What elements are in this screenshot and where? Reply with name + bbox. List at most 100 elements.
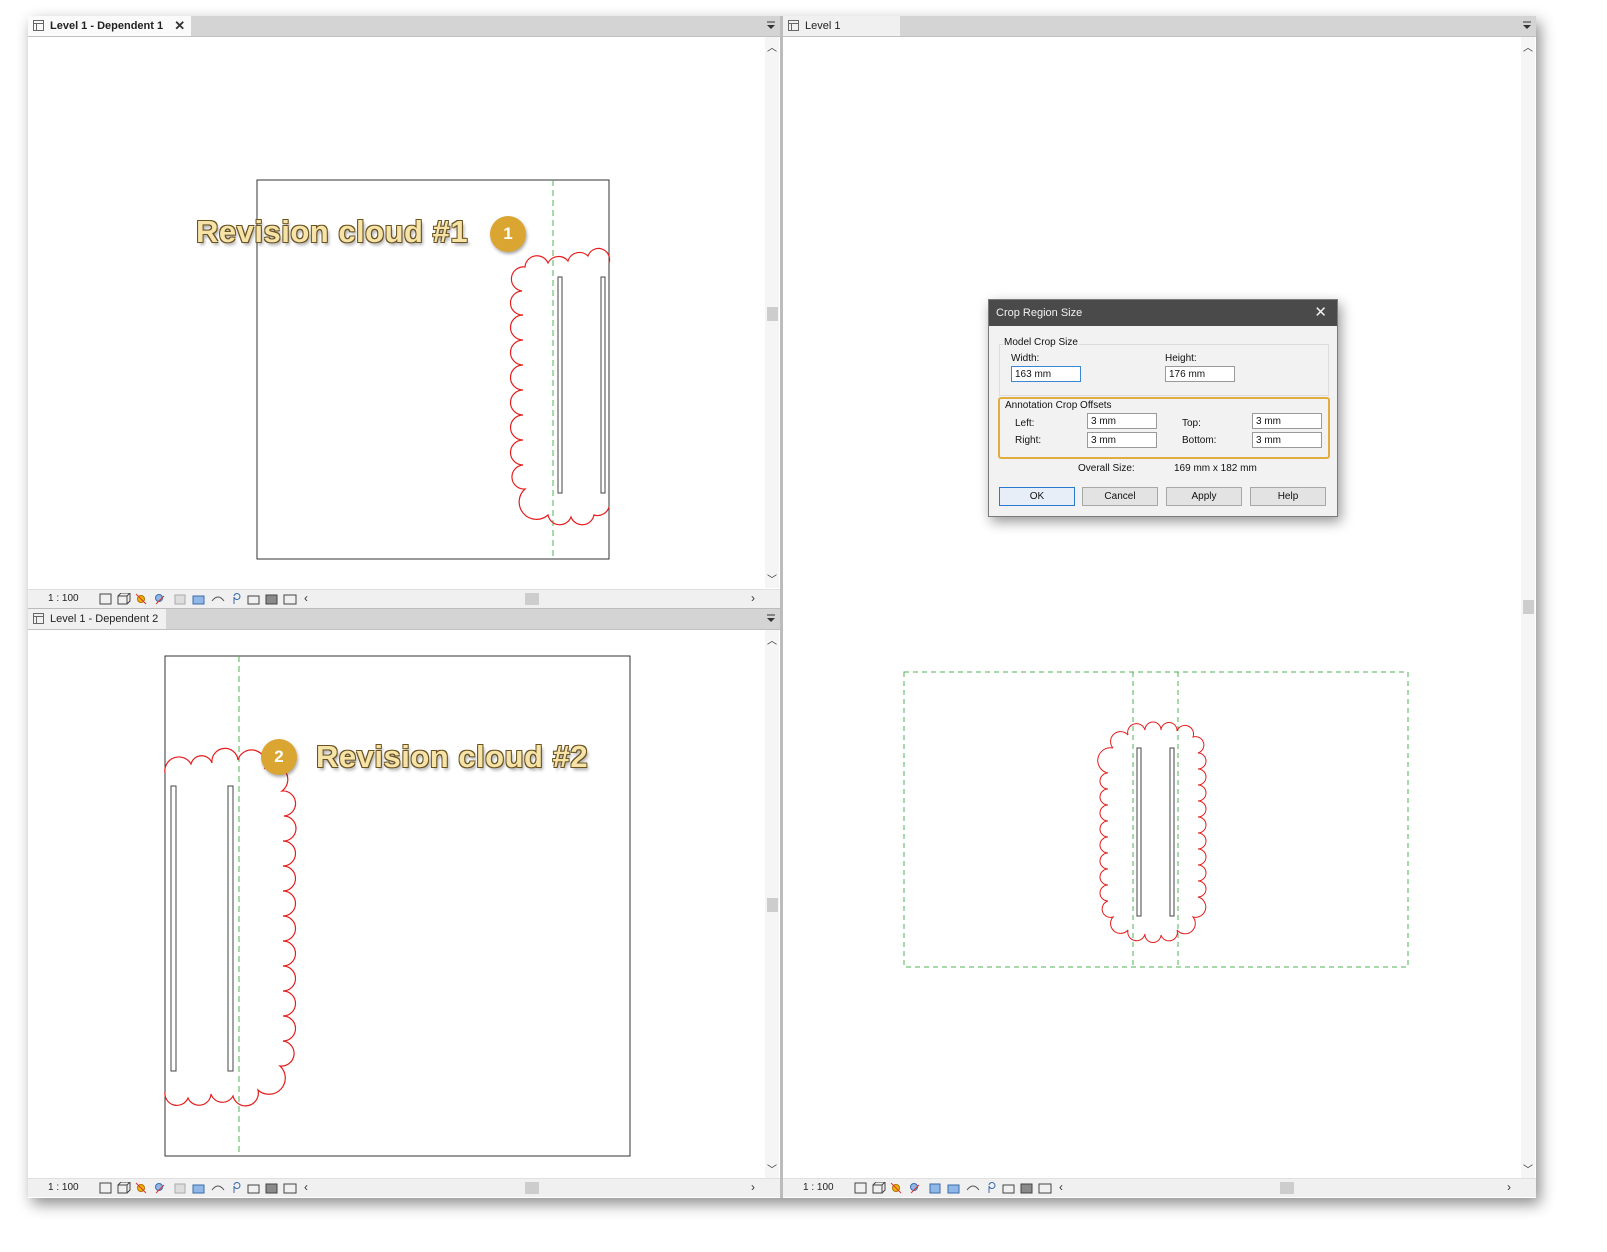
render-icon: [174, 1183, 186, 1194]
analytical-model-icon: [283, 1183, 297, 1194]
vertical-scrollbar[interactable]: ︿ ﹀: [765, 630, 779, 1178]
scroll-up-icon[interactable]: ︿: [765, 632, 779, 647]
render-icon: [174, 594, 186, 605]
analytical-model-icon: [283, 594, 297, 605]
detail-level-icon: [854, 1182, 867, 1194]
scroll-thumb[interactable]: [767, 898, 778, 912]
reveal-hidden-icon: [247, 595, 260, 605]
scroll-left-icon[interactable]: ‹: [304, 591, 308, 605]
bottom-label: Bottom:: [1182, 435, 1217, 446]
callout-revision-cloud-2: Revision cloud #2: [316, 739, 589, 774]
view-tab-icon: [33, 20, 44, 31]
width-field[interactable]: 163 mm: [1011, 366, 1081, 382]
overall-size-value: 169 mm x 182 mm: [1174, 463, 1257, 474]
tab-level-1-dependent-2[interactable]: Level 1 - Dependent 2: [28, 609, 167, 629]
wall-element: [600, 276, 606, 494]
detail-level-icon: [99, 1182, 112, 1194]
horizontal-scroll-thumb[interactable]: [1280, 1182, 1294, 1194]
wall-element: [227, 785, 234, 1072]
scroll-right-icon[interactable]: ›: [751, 1180, 755, 1194]
tab-level-1-dependent-1[interactable]: Level 1 - Dependent 1 ✕: [28, 16, 192, 36]
height-label: Height:: [1165, 353, 1197, 364]
wall-element: [557, 276, 563, 494]
revision-cloud: [1097, 721, 1207, 943]
apply-button[interactable]: Apply: [1166, 487, 1242, 506]
height-field[interactable]: 176 mm: [1165, 366, 1235, 382]
scroll-left-icon[interactable]: ‹: [1059, 1180, 1063, 1194]
view-control-bar: 1 : 100 ‹ ›: [783, 1178, 1536, 1197]
scroll-thumb[interactable]: [767, 307, 778, 321]
right-label: Right:: [1015, 435, 1042, 446]
reveal-hidden-icon: [247, 1184, 260, 1194]
scroll-up-icon[interactable]: ︿: [1521, 39, 1535, 54]
horizontal-scroll-thumb[interactable]: [525, 593, 539, 605]
scroll-left-icon[interactable]: ‹: [304, 1180, 308, 1194]
model-crop-size-group: Model Crop Size Width: 163 mm Height: 17…: [999, 337, 1329, 396]
overall-size-label: Overall Size:: [1078, 463, 1135, 474]
crop-view-icon: [947, 1184, 960, 1194]
scroll-thumb[interactable]: [1523, 600, 1534, 614]
cancel-button[interactable]: Cancel: [1082, 487, 1158, 506]
dialog-titlebar: Crop Region Size ✕: [989, 300, 1337, 326]
callout-revision-cloud-1: Revision cloud #1: [196, 214, 469, 249]
render-icon: [929, 1183, 941, 1194]
left-offset-field[interactable]: 3 mm: [1087, 413, 1157, 429]
vertical-scrollbar[interactable]: ︿ ﹀: [765, 37, 779, 588]
drawing-canvas-bottom-left[interactable]: [28, 630, 766, 1178]
right-offset-field[interactable]: 3 mm: [1087, 432, 1157, 448]
drawing-canvas-top-left[interactable]: [28, 37, 766, 589]
crop-view-icon: [192, 595, 205, 605]
help-button[interactable]: Help: [1250, 487, 1326, 506]
crop-view-icon: [192, 1184, 205, 1194]
scroll-down-icon[interactable]: ﹀: [765, 571, 779, 586]
tab-menu-caret-icon[interactable]: [766, 19, 776, 31]
annotation-crop-offsets-group: Annotation Crop Offsets Left: 3 mm Top: …: [1001, 400, 1327, 455]
view-scale[interactable]: 1 : 100: [803, 1182, 834, 1193]
view-scale[interactable]: 1 : 100: [48, 593, 79, 604]
step-badge-2: 2: [261, 739, 297, 775]
top-label: Top:: [1182, 418, 1201, 429]
view-control-tools[interactable]: [98, 1182, 308, 1195]
scroll-right-icon[interactable]: ›: [1507, 1180, 1511, 1194]
visual-style-icon: [872, 1184, 883, 1194]
vertical-scrollbar[interactable]: ︿ ﹀: [1521, 37, 1535, 1178]
view-pane-level-1: Level 1 ︿ ﹀ 1 : 100 ‹ ›: [783, 16, 1536, 1198]
tab-level-1[interactable]: Level 1: [783, 16, 901, 36]
wall-element: [1136, 747, 1142, 917]
temp-hide-icon: [233, 593, 241, 604]
tab-menu-caret-icon[interactable]: [1522, 19, 1532, 31]
step-badge-1: 1: [490, 216, 526, 252]
scroll-up-icon[interactable]: ︿: [765, 39, 779, 54]
top-offset-field[interactable]: 3 mm: [1252, 413, 1322, 429]
drawing-canvas-right[interactable]: [783, 37, 1521, 1178]
temp-hide-icon: [988, 1182, 996, 1193]
view-scale[interactable]: 1 : 100: [48, 1182, 79, 1193]
crop-region-size-dialog: Crop Region Size ✕ Model Crop Size Width…: [988, 299, 1338, 517]
scroll-down-icon[interactable]: ﹀: [1521, 1161, 1535, 1176]
view-control-tools[interactable]: [98, 593, 308, 606]
view-control-bar: 1 : 100 ‹ ›: [28, 589, 780, 608]
ok-button[interactable]: OK: [999, 487, 1075, 506]
reveal-hidden-icon: [1002, 1184, 1015, 1194]
dialog-title: Crop Region Size: [996, 307, 1083, 319]
horizontal-scroll-thumb[interactable]: [525, 1182, 539, 1194]
show-crop-icon: [211, 596, 225, 602]
close-icon[interactable]: ✕: [1314, 300, 1327, 326]
detail-level-icon: [99, 593, 112, 605]
width-label: Width:: [1011, 353, 1040, 364]
view-pane-dependent-2: Level 1 - Dependent 2 2 Revision cloud #…: [28, 609, 780, 1198]
group-title: Annotation Crop Offsets: [1005, 400, 1112, 411]
wall-element: [170, 785, 177, 1072]
crop-region-dependent-1: [903, 671, 1409, 968]
show-crop-icon: [966, 1185, 980, 1191]
bottom-offset-field[interactable]: 3 mm: [1252, 432, 1322, 448]
scroll-right-icon[interactable]: ›: [751, 591, 755, 605]
scroll-down-icon[interactable]: ﹀: [765, 1161, 779, 1176]
view-tabbar: Level 1: [783, 16, 1536, 37]
temp-view-properties-icon: [1020, 1183, 1033, 1194]
show-crop-icon: [211, 1185, 225, 1191]
tab-label: Level 1: [805, 20, 841, 32]
tab-menu-caret-icon[interactable]: [766, 612, 776, 624]
close-icon[interactable]: ✕: [174, 16, 185, 36]
view-control-tools[interactable]: [853, 1182, 1063, 1195]
